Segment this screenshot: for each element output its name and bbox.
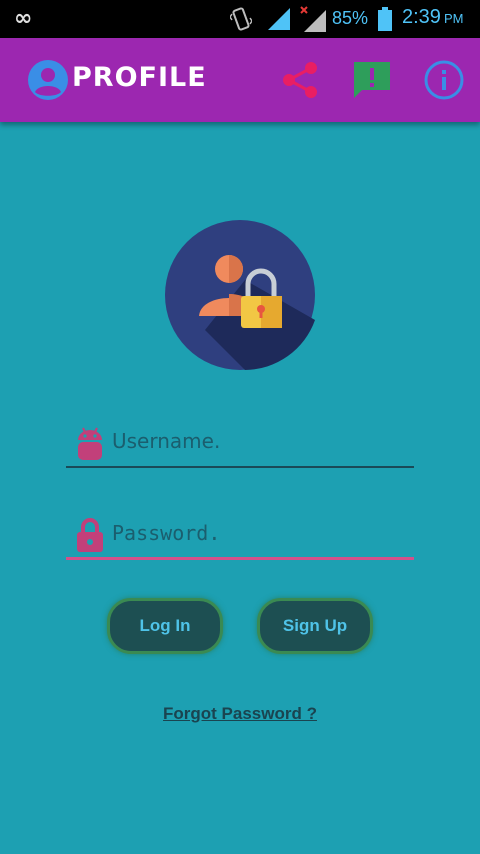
user-lock-avatar xyxy=(165,220,315,370)
username-field xyxy=(66,418,414,468)
signup-button[interactable]: Sign Up xyxy=(257,598,373,654)
profile-icon[interactable] xyxy=(28,60,68,104)
battery-percent: 85% xyxy=(332,8,369,28)
username-input[interactable] xyxy=(112,418,412,464)
android-icon xyxy=(76,424,104,464)
clock: 2:39 PM xyxy=(402,6,463,29)
infinity-icon: ∞ xyxy=(14,6,33,31)
no-signal-icon xyxy=(300,6,328,36)
info-icon[interactable] xyxy=(424,60,464,104)
password-field xyxy=(66,510,414,560)
share-icon[interactable] xyxy=(280,60,320,104)
clock-ampm: PM xyxy=(443,11,464,26)
password-input[interactable] xyxy=(112,510,412,556)
vibrate-icon xyxy=(229,6,253,36)
app-bar: PROFILE xyxy=(0,38,480,122)
lock-icon xyxy=(76,516,104,558)
forgot-password-link[interactable]: Forgot Password ? xyxy=(0,704,480,724)
clock-time: 2:39 xyxy=(402,6,441,28)
signal-icon xyxy=(266,8,292,34)
feedback-icon[interactable] xyxy=(350,58,394,106)
status-bar: ∞ 85% 2:39 PM xyxy=(0,0,480,38)
login-button[interactable]: Log In xyxy=(107,598,223,654)
battery-icon xyxy=(378,7,392,35)
app-title: PROFILE xyxy=(72,62,207,93)
